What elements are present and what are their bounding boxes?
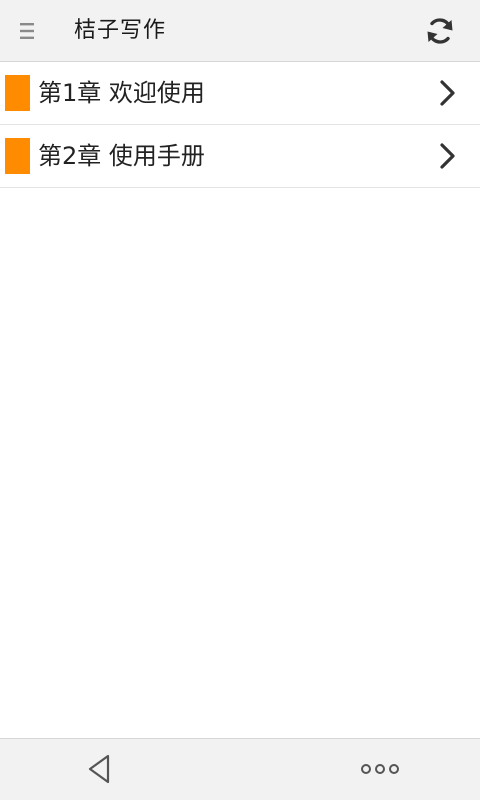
chevron-right-icon: [440, 80, 455, 106]
chapter-marker: [5, 138, 30, 174]
more-button[interactable]: [356, 749, 404, 789]
app-bar: 桔子写作: [0, 0, 480, 62]
more-dots-icon: [361, 764, 399, 774]
nav-bar: [0, 738, 480, 800]
app-title: 桔子写作: [74, 18, 167, 43]
refresh-icon: [427, 18, 453, 44]
menu-icon: [20, 23, 34, 39]
chapter-list: 第1章 欢迎使用 第2章 使用手册: [0, 62, 480, 188]
refresh-button[interactable]: [420, 11, 460, 51]
back-triangle-icon: [88, 754, 110, 784]
screen: 桔子写作 第1章 欢迎使用 第2章 使用手册: [0, 0, 480, 800]
chapter-label: 第1章 欢迎使用: [38, 79, 205, 107]
back-button[interactable]: [80, 749, 120, 789]
menu-button[interactable]: [20, 14, 64, 48]
chevron-right-icon: [440, 143, 455, 169]
chapter-marker: [5, 75, 30, 111]
chapter-row-1[interactable]: 第1章 欢迎使用: [0, 62, 480, 125]
chapter-row-2[interactable]: 第2章 使用手册: [0, 125, 480, 188]
chapter-label: 第2章 使用手册: [38, 142, 205, 170]
